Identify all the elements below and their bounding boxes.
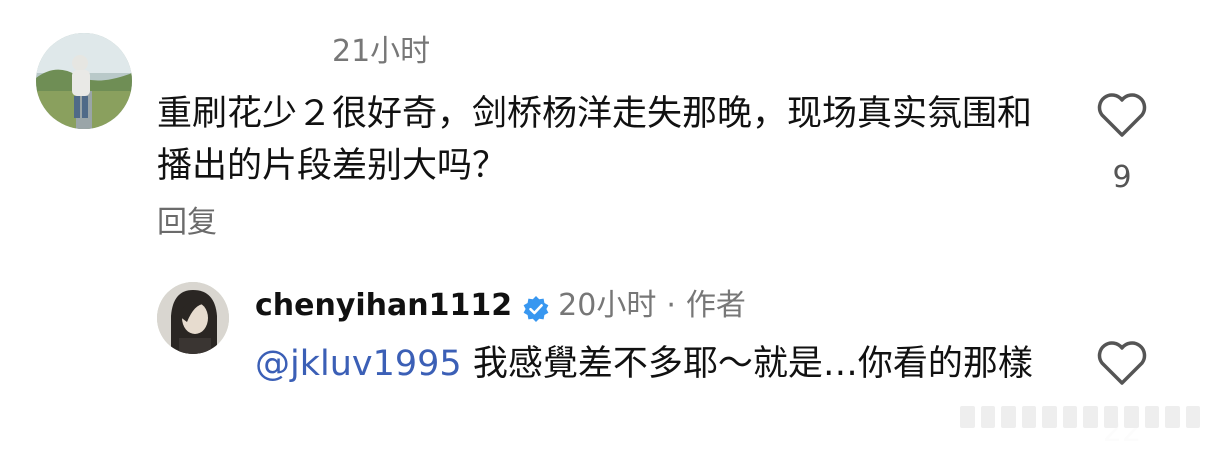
comment-meta: 21小时	[157, 32, 430, 72]
comment-meta: chenyihan1112 20小时 · 作者	[255, 284, 746, 328]
watermark-overlay	[940, 400, 1206, 449]
like-button[interactable]	[1096, 92, 1148, 138]
username-redacted[interactable]	[157, 37, 332, 68]
comment-body: 我感覺差不多耶～就是…你看的那樣	[461, 344, 1033, 384]
like-button[interactable]	[1096, 340, 1148, 386]
commenter-avatar[interactable]	[36, 33, 132, 129]
author-avatar[interactable]	[157, 282, 229, 354]
verified-badge-icon	[522, 292, 550, 322]
comment-text: @jkluv1995 我感覺差不多耶～就是…你看的那樣	[255, 338, 1055, 390]
like-count: 9	[1112, 160, 1132, 195]
comment-time: 20小时	[558, 288, 657, 323]
heart-outline-icon	[1097, 341, 1147, 385]
meta-separator: ·	[666, 288, 676, 323]
author-tag: 作者	[685, 288, 746, 323]
heart-outline-icon	[1097, 93, 1147, 137]
comment-time: 21小时	[332, 34, 431, 69]
username[interactable]: chenyihan1112	[255, 284, 512, 328]
avatar-photo	[36, 33, 132, 129]
mention-link[interactable]: @jkluv1995	[255, 344, 462, 384]
watermark-pattern	[960, 406, 1200, 428]
avatar-photo	[157, 282, 229, 354]
reply-button[interactable]: 回复	[157, 203, 217, 243]
comment-text: 重刷花少２很好奇，剑桥杨洋走失那晚，现场真实氛围和播出的片段差别大吗？	[157, 94, 1033, 186]
